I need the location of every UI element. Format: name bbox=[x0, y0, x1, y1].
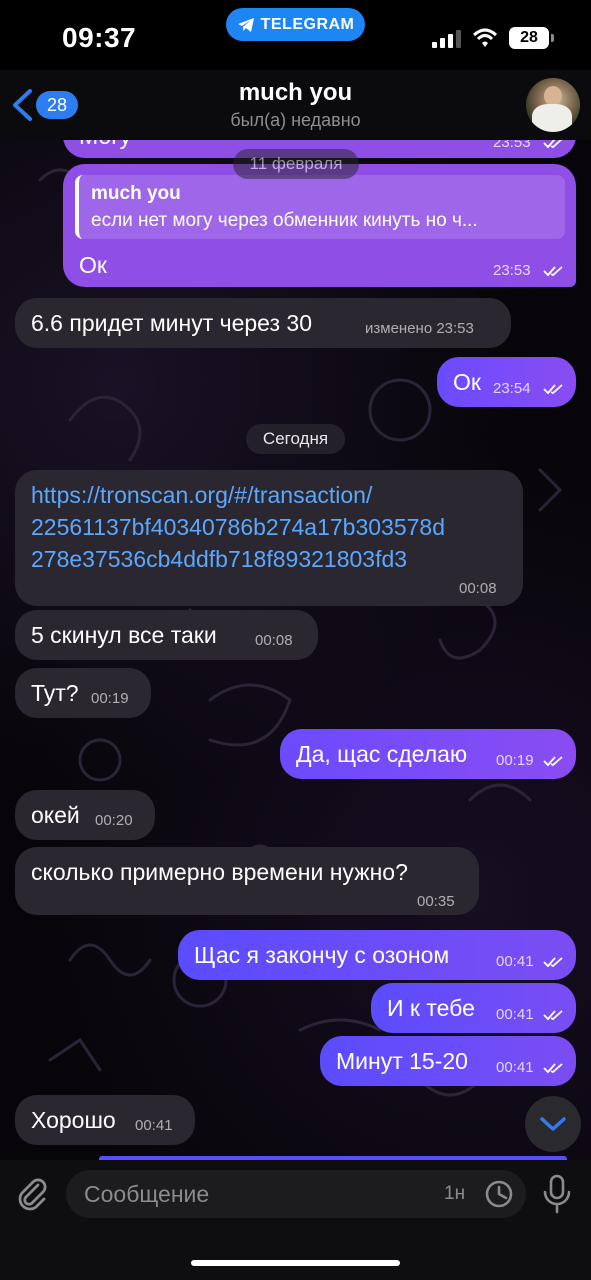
chat-header: 28 much you был(а) недавно bbox=[0, 70, 591, 140]
message-outgoing[interactable]: much you если нет могу через обменник ки… bbox=[63, 164, 576, 287]
message-text: окей bbox=[31, 802, 80, 828]
message-time: 00:41 bbox=[496, 953, 534, 970]
message-time: 00:19 bbox=[496, 752, 534, 769]
avatar[interactable] bbox=[526, 78, 580, 132]
wifi-icon bbox=[473, 28, 497, 47]
message-outgoing[interactable]: Минут 15-20 00:41 bbox=[320, 1036, 576, 1086]
message-outgoing[interactable]: И к тебе 00:41 bbox=[371, 983, 576, 1033]
message-text: Ок bbox=[79, 252, 107, 278]
message-outgoing[interactable]: Ок 23:54 bbox=[437, 357, 576, 407]
mic-icon[interactable] bbox=[542, 1174, 572, 1214]
telegram-pill[interactable]: TELEGRAM bbox=[226, 8, 365, 41]
transaction-link-line[interactable]: 22561137bf40340786b274a17b303578d bbox=[31, 514, 445, 541]
status-bar: 09:37 TELEGRAM 28 bbox=[0, 0, 591, 70]
message-text: Щас я закончу с озоном bbox=[194, 942, 450, 968]
double-check-icon bbox=[543, 1010, 563, 1021]
message-outgoing[interactable]: Щас я закончу с озоном 00:41 bbox=[178, 930, 576, 980]
message-time: 23:53 bbox=[493, 262, 531, 279]
attach-icon[interactable] bbox=[14, 1175, 50, 1211]
message-text: И к тебе bbox=[387, 995, 475, 1021]
double-check-icon bbox=[543, 957, 563, 968]
message-incoming[interactable]: Хорошо 00:41 bbox=[15, 1095, 195, 1145]
date-separator: Сегодня bbox=[246, 424, 345, 454]
message-time: 00:19 bbox=[91, 690, 129, 707]
message-time: 00:08 bbox=[255, 632, 293, 649]
telegram-pill-label: TELEGRAM bbox=[260, 15, 355, 33]
battery-indicator: 28 bbox=[509, 27, 554, 49]
message-incoming[interactable]: сколько примерно времени нужно? 00:35 bbox=[15, 847, 479, 915]
reply-author: much you bbox=[91, 183, 181, 204]
message-time: 00:20 bbox=[95, 812, 133, 829]
message-incoming[interactable]: 6.6 придет минут через 30 изменено 23:53 bbox=[15, 298, 511, 348]
message-time: 23:54 bbox=[493, 380, 531, 397]
message-text: Да, щас сделаю bbox=[296, 741, 468, 767]
message-text: Тут? bbox=[31, 680, 79, 706]
telegram-icon bbox=[237, 17, 254, 32]
message-time: изменено 23:53 bbox=[365, 320, 474, 337]
message-time: 00:35 bbox=[417, 893, 455, 910]
signal-icon bbox=[432, 30, 461, 48]
message-composer: Сообщение 1н bbox=[0, 1160, 591, 1280]
chat-last-seen: был(а) недавно bbox=[230, 110, 361, 130]
message-incoming[interactable]: https://tronscan.org/#/transaction/ 2256… bbox=[15, 470, 523, 606]
message-text: Минут 15-20 bbox=[336, 1048, 468, 1074]
chat-title[interactable]: much you bbox=[0, 79, 591, 107]
transaction-link-line[interactable]: 278e37536cb4ddfb718f89321803fd3 bbox=[31, 546, 407, 573]
message-text: сколько примерно времени нужно? bbox=[31, 859, 408, 885]
message-time: 00:41 bbox=[496, 1006, 534, 1023]
reply-text: если нет могу через обменник кинуть но ч… bbox=[91, 210, 478, 231]
message-input[interactable]: Сообщение 1н bbox=[66, 1170, 526, 1218]
message-incoming[interactable]: Тут? 00:19 bbox=[15, 668, 151, 718]
message-text: Хорошо bbox=[31, 1107, 116, 1133]
message-incoming[interactable]: окей 00:20 bbox=[15, 790, 155, 840]
message-time: 00:41 bbox=[135, 1117, 173, 1134]
clock-time: 09:37 bbox=[62, 22, 137, 53]
scroll-to-bottom-button[interactable] bbox=[525, 1096, 581, 1152]
auto-delete-timer[interactable]: 1н bbox=[444, 1183, 465, 1205]
home-indicator bbox=[191, 1260, 400, 1266]
double-check-icon bbox=[543, 1063, 563, 1074]
date-separator: 11 февраля bbox=[233, 149, 359, 179]
transaction-link-line[interactable]: https://tronscan.org/#/transaction/ bbox=[31, 482, 372, 509]
message-outgoing[interactable]: Да, щас сделаю 00:19 bbox=[280, 729, 576, 779]
message-incoming[interactable]: 5 скинул все таки 00:08 bbox=[15, 610, 318, 660]
message-text: 6.6 придет минут через 30 bbox=[31, 310, 312, 336]
message-time: 00:08 bbox=[459, 580, 497, 597]
message-time: 00:41 bbox=[496, 1059, 534, 1076]
message-text: Ок bbox=[453, 369, 481, 395]
reply-quote[interactable]: much you если нет могу через обменник ки… bbox=[75, 175, 565, 239]
message-input-placeholder: Сообщение bbox=[84, 1181, 210, 1207]
double-check-icon bbox=[543, 266, 563, 277]
chevron-down-icon bbox=[540, 1117, 566, 1131]
message-text: 5 скинул все таки bbox=[31, 622, 217, 648]
double-check-icon bbox=[543, 756, 563, 767]
double-check-icon bbox=[543, 384, 563, 395]
clock-icon[interactable] bbox=[484, 1179, 514, 1209]
